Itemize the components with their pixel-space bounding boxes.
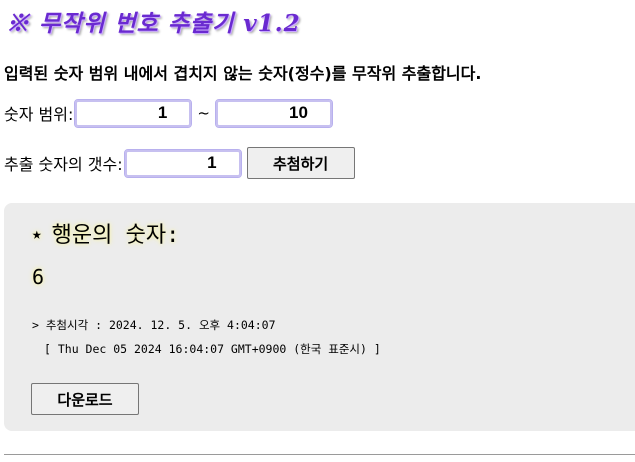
page: ※ 무작위 번호 추출기 v1.2 입력된 숫자 범위 내에서 겹치지 않는 숫… xyxy=(0,0,635,462)
range-min-input[interactable] xyxy=(74,98,193,128)
draw-time-full: [ Thu Dec 05 2024 16:04:07 GMT+0900 (한국 … xyxy=(44,342,381,356)
draw-time: > 추첨시각 : 2024. 12. 5. 오후 4:04:07 xyxy=(32,318,276,332)
result-heading: ★ 행운의 숫자: xyxy=(32,217,179,249)
result-numbers: 6 xyxy=(32,265,45,289)
result-panel: ★ 행운의 숫자: 6 > 추첨시각 : 2024. 12. 5. 오후 4:04… xyxy=(4,203,635,431)
count-row: 추출 숫자의 갯수: 추첨하기 xyxy=(4,146,355,180)
range-max-input[interactable] xyxy=(214,98,333,128)
range-label: 숫자 범위: xyxy=(4,105,74,124)
star-icon: ★ xyxy=(32,224,42,243)
draw-button[interactable]: 추첨하기 xyxy=(246,147,355,179)
app-title: ※ 무작위 번호 추출기 v1.2 xyxy=(6,10,301,37)
range-separator: ~ xyxy=(197,104,210,122)
count-label: 추출 숫자의 갯수: xyxy=(4,155,123,174)
range-row: 숫자 범위: ~ xyxy=(4,98,333,128)
divider xyxy=(4,454,635,455)
result-heading-label: 행운의 숫자: xyxy=(51,223,180,248)
count-input[interactable] xyxy=(123,148,242,178)
download-button[interactable]: 다운로드 xyxy=(31,383,139,415)
description-text: 입력된 숫자 범위 내에서 겹치지 않는 숫자(정수)를 무작위 추출합니다. xyxy=(4,64,482,83)
